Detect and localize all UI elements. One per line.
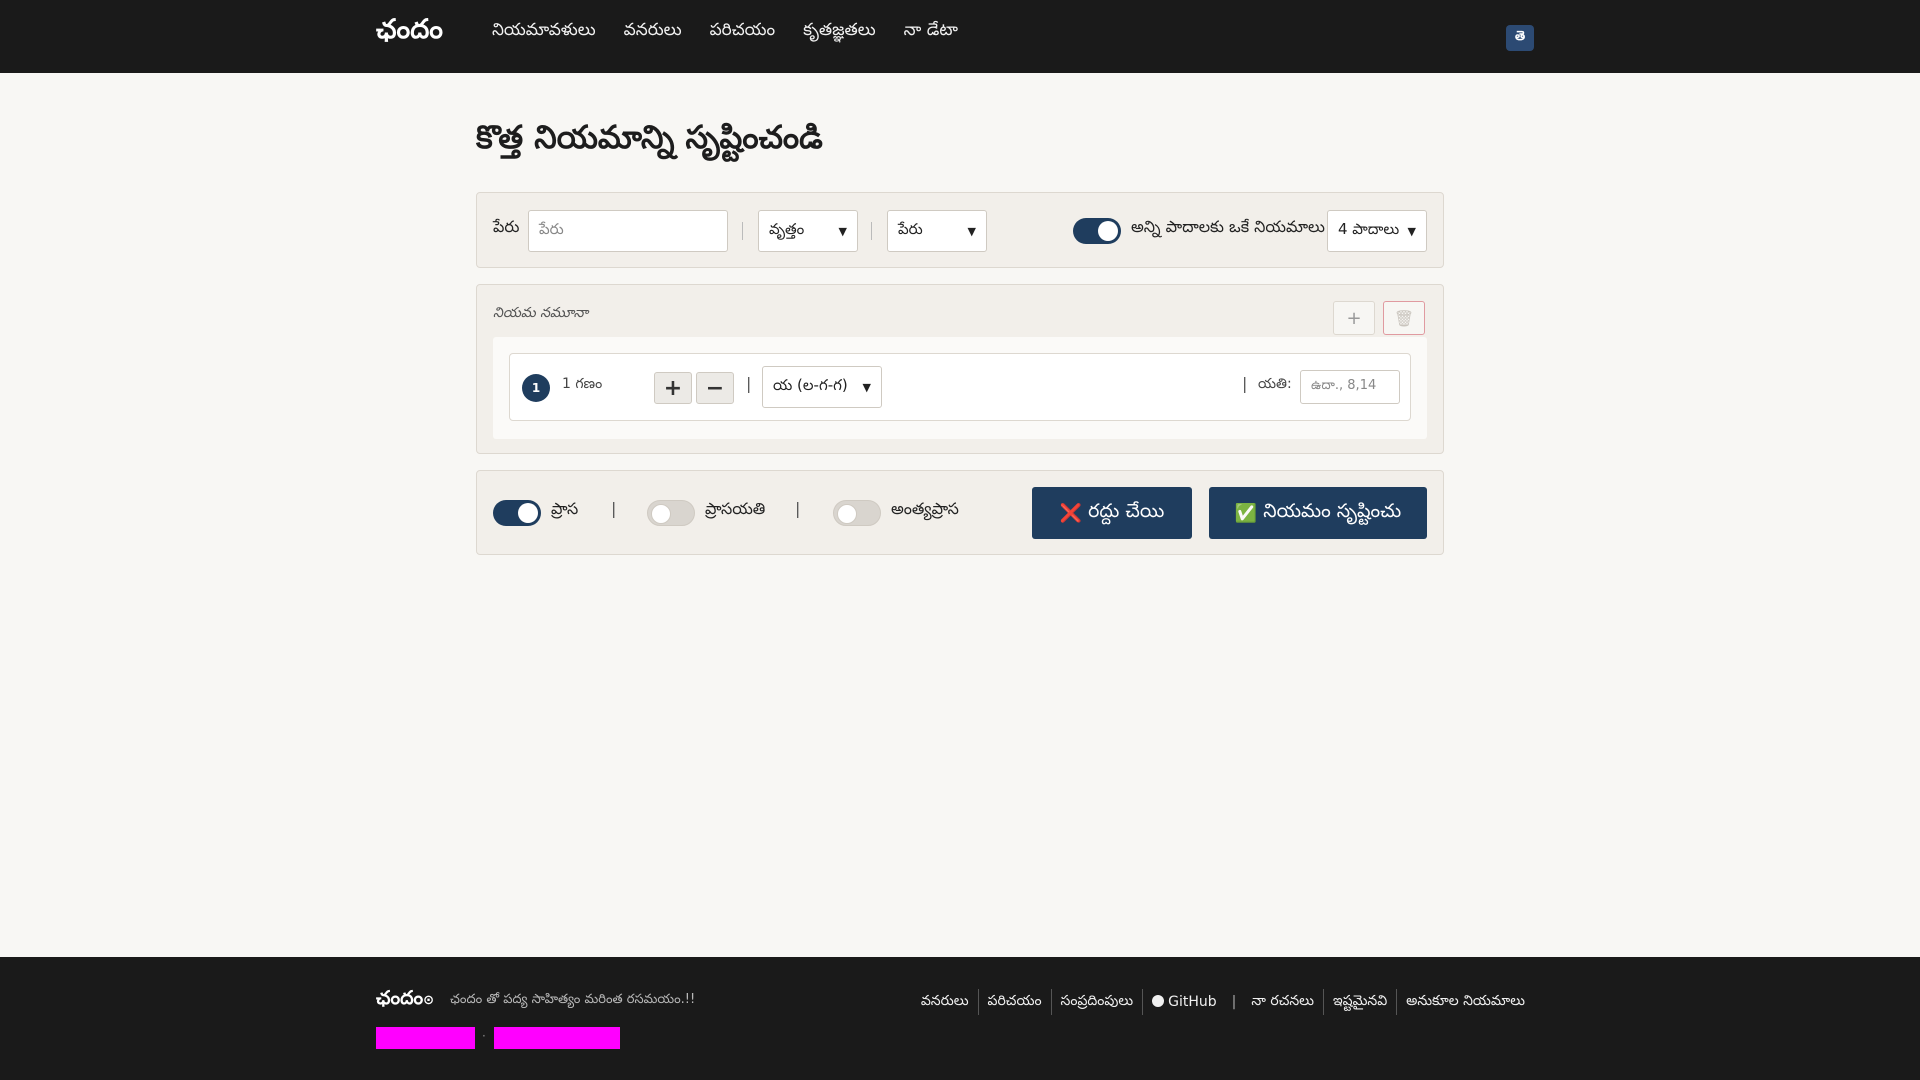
rule-settings-panel: పేరు పేరు వృత్తం ▼ పేరు ▼ అన్ని పాదాలకు ఒక…: [476, 192, 1444, 268]
language-button[interactable]: తె: [1506, 25, 1534, 51]
cross-mark-icon: ❌: [1059, 502, 1083, 524]
separator: [871, 222, 872, 240]
github-icon: [1152, 995, 1165, 1007]
footer-link-contact[interactable]: సంప్రదింపులు: [1052, 993, 1143, 1012]
prasayati-toggle[interactable]: [647, 500, 695, 526]
meter-select-value: పేరు: [898, 220, 923, 238]
toggle-knob: [837, 504, 857, 524]
footer-brand: ఛందం⊙: [376, 987, 434, 1014]
padas-select-value: 4 పాదాలు: [1338, 220, 1400, 238]
trash-icon: 🗑: [1393, 308, 1415, 328]
separator: |: [746, 374, 752, 393]
footer: ఛందం⊙ ఛందం తో పద్య సాహిత్యం మరింత రసమయం.…: [0, 957, 1920, 1080]
footer-link-github[interactable]: GitHub: [1143, 994, 1226, 1010]
prasa-toggle[interactable]: [493, 500, 541, 526]
cancel-label: రద్దు చేయి: [1088, 499, 1165, 522]
separator: |: [1242, 374, 1248, 393]
gana-select-value: య (ల-గ-గ): [773, 376, 848, 394]
name-input[interactable]: పేరు: [528, 210, 728, 252]
name-label: పేరు: [493, 217, 520, 236]
toggle-knob: [651, 504, 671, 524]
footer-link-my-works[interactable]: నా రచనలు: [1242, 993, 1323, 1012]
rule-row: 1 1 గణం + − | య (ల-గ-గ) ▼ | యతి: ఉదా., 8,…: [509, 353, 1411, 421]
rule-template-panel: నియమ నమూనా + 🗑 1 1 గణం + − | య (ల-గ-గ) ▼ …: [476, 284, 1444, 454]
antyaprasa-label: అంత్యప్రాస: [891, 499, 959, 518]
row-number-badge: 1: [522, 374, 550, 402]
nav-my-data[interactable]: నా డేటా: [904, 20, 958, 44]
same-rules-label: అన్ని పాదాలకు ఒకే నియమాలు: [1131, 217, 1325, 236]
separator: ·: [482, 1029, 486, 1043]
toggle-knob: [1098, 221, 1118, 241]
redacted-block: [494, 1027, 620, 1049]
gana-add-button[interactable]: +: [654, 372, 692, 404]
nav-resources[interactable]: వనరులు: [624, 20, 682, 44]
nav-credits[interactable]: కృతజ్ఞతలు: [803, 20, 876, 44]
cancel-button[interactable]: ❌ రద్దు చేయి: [1032, 487, 1192, 539]
prasayati-label: ప్రాసయతి: [705, 499, 766, 518]
meter-select[interactable]: పేరు ▼: [887, 210, 987, 252]
type-select[interactable]: వృత్తం ▼: [758, 210, 858, 252]
main-nav: నియమావళులు వనరులు పరిచయం కృతజ్ఞతలు నా డే…: [492, 20, 958, 44]
nav-about[interactable]: పరిచయం: [710, 20, 776, 44]
options-panel: ప్రాస | ప్రాసయతి | అంత్యప్రాస ❌ రద్దు చే…: [476, 470, 1444, 555]
same-rules-toggle[interactable]: [1073, 218, 1121, 244]
create-rule-button[interactable]: ✅ నియమం సృష్టించు: [1209, 487, 1427, 539]
footer-link-custom-rules[interactable]: అనుకూల నియమాలు: [1397, 993, 1534, 1012]
delete-row-button[interactable]: 🗑: [1383, 301, 1425, 335]
circle-icon: ⊙: [423, 993, 435, 1008]
brand-logo[interactable]: ఛందం: [376, 14, 443, 52]
separator: |: [611, 499, 617, 518]
footer-link-github-label: GitHub: [1168, 994, 1217, 1010]
footer-link-resources[interactable]: వనరులు: [912, 993, 978, 1012]
chevron-down-icon: ▼: [1407, 224, 1416, 238]
redacted-block: [376, 1027, 475, 1049]
type-select-value: వృత్తం: [769, 220, 805, 238]
template-label: నియమ నమూనా: [493, 305, 589, 321]
check-mark-icon: ✅: [1234, 502, 1258, 524]
add-row-button[interactable]: +: [1333, 301, 1375, 335]
toggle-knob: [518, 503, 538, 523]
create-label: నియమం సృష్టించు: [1263, 499, 1402, 522]
template-rows: 1 1 గణం + − | య (ల-గ-గ) ▼ | యతి: ఉదా., 8,…: [493, 337, 1427, 439]
gana-select[interactable]: య (ల-గ-గ) ▼: [762, 366, 882, 408]
antyaprasa-toggle[interactable]: [833, 500, 881, 526]
footer-link-favorites[interactable]: ఇష్టమైనవి: [1324, 993, 1396, 1012]
nav-rules[interactable]: నియమావళులు: [492, 20, 596, 44]
separator: [742, 222, 743, 240]
separator: |: [1231, 994, 1237, 1010]
gana-count: 1 గణం: [562, 376, 603, 392]
chevron-down-icon: ▼: [838, 224, 847, 238]
plus-icon: +: [1346, 307, 1362, 329]
padas-select[interactable]: 4 పాదాలు ▼: [1327, 210, 1427, 252]
chevron-down-icon: ▼: [967, 224, 976, 238]
top-navbar: ఛందం నియమావళులు వనరులు పరిచయం కృతజ్ఞతలు …: [0, 0, 1920, 73]
footer-brand-text: ఛందం: [376, 987, 424, 1009]
prasa-label: ప్రాస: [551, 499, 579, 518]
yati-input[interactable]: ఉదా., 8,14: [1300, 370, 1400, 404]
separator: |: [795, 499, 801, 518]
page-title: కొత్త నియమాన్ని సృష్టించండి: [476, 118, 823, 156]
footer-tagline: ఛందం తో పద్య సాహిత్యం మరింత రసమయం.!!: [450, 992, 696, 1007]
gana-remove-button[interactable]: −: [696, 372, 734, 404]
footer-links: వనరులు పరిచయం సంప్రదింపులు GitHub | నా ర…: [912, 989, 1534, 1015]
chevron-down-icon: ▼: [862, 380, 871, 394]
yati-label: యతి:: [1258, 376, 1292, 392]
footer-link-about[interactable]: పరిచయం: [979, 993, 1051, 1012]
